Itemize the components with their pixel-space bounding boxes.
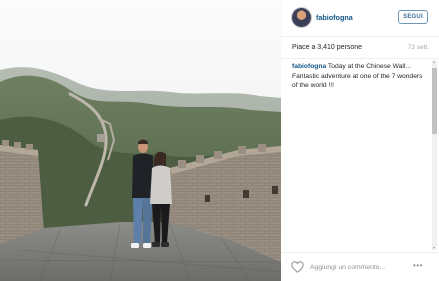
likes-count[interactable]: Piace a 3,410 persone [292,44,362,51]
comment-input[interactable] [307,260,415,274]
post-photo[interactable] [0,0,281,281]
comments-scrollbar[interactable] [432,60,437,250]
heart-icon[interactable] [291,261,304,273]
more-options-icon[interactable]: ••• [413,262,423,270]
scrollbar-thumb[interactable] [432,68,437,134]
scroll-up-arrow-icon[interactable] [433,61,435,63]
photo-icon [0,0,281,281]
follow-button[interactable]: SEGUI [398,10,428,24]
caption-username-link[interactable]: fabiofogna [292,63,326,70]
post-side-panel: fabiofogna SEGUI Piace a 3,410 persone 7… [281,0,439,281]
scroll-down-arrow-icon[interactable] [433,247,435,249]
username-link[interactable]: fabiofogna [316,13,353,22]
post-caption: fabiofogna Today at the Chinese Wall... … [292,62,426,91]
instagram-post-viewer: fabiofogna SEGUI Piace a 3,410 persone 7… [0,0,439,281]
post-stats: Piace a 3,410 persone 73 sett. [281,36,439,59]
post-footer: ••• [281,252,439,281]
post-time[interactable]: 73 sett. [408,44,429,51]
post-header: fabiofogna SEGUI [281,0,439,37]
avatar[interactable] [292,8,311,27]
